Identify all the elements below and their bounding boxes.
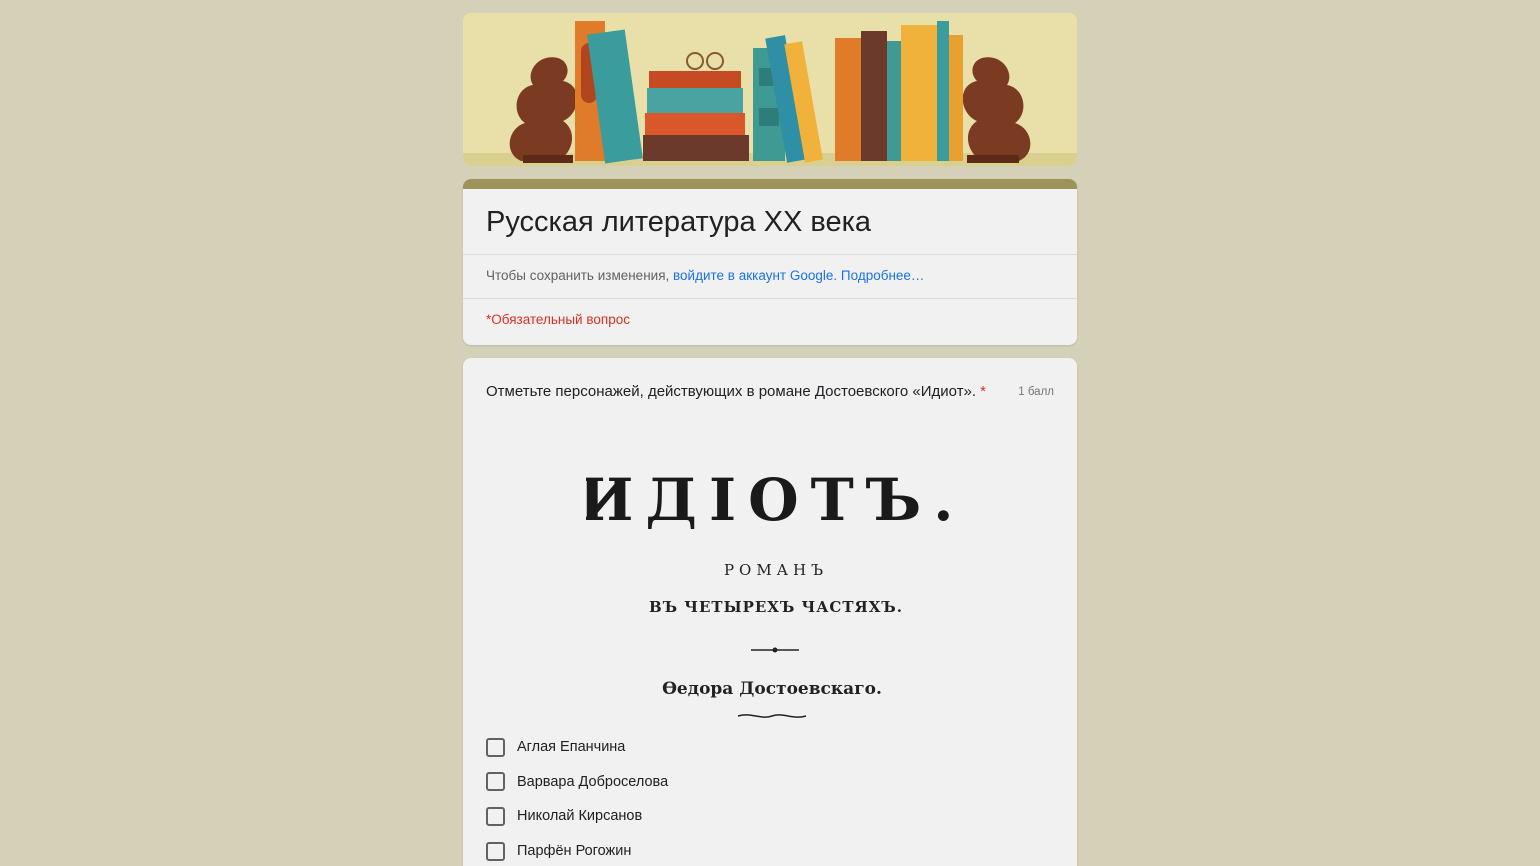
required-asterisk: * (980, 383, 986, 400)
option-aglaya[interactable]: Аглая Епанчина (486, 730, 1046, 765)
question-card: Отметьте персонажей, действующих в роман… (463, 358, 1077, 866)
book-title-page-image: ИДІОТЪ. РОМАНЪ ВЪ ЧЕТЫРЕХЪ ЧАСТЯХЪ. Ѳедо… (579, 466, 954, 718)
question-image: ИДІОТЪ. РОМАНЪ ВЪ ЧЕТЫРЕХЪ ЧАСТЯХЪ. Ѳедо… (579, 430, 954, 720)
option-label: Николай Кирсанов (517, 808, 643, 825)
signin-notice-text: Чтобы сохранить изменения, (486, 268, 670, 283)
question-header: Отметьте персонажей, действующих в роман… (486, 382, 1054, 402)
title-accent-bar (463, 179, 1077, 189)
checkbox[interactable] (486, 806, 505, 826)
checkbox[interactable] (486, 841, 505, 861)
page: Русская литература XX века Чтобы сохрани… (0, 0, 1540, 866)
option-label: Парфён Рогожин (517, 843, 632, 860)
book-author-text: Ѳедора Достоевскаго. (662, 679, 882, 699)
header-banner-image (463, 13, 1077, 166)
form-column: Русская литература XX века Чтобы сохрани… (463, 13, 1077, 866)
option-label: Аглая Епанчина (517, 739, 626, 756)
required-question-note: *Обязательный вопрос (486, 312, 630, 327)
learn-more-link[interactable]: Подробнее… (841, 268, 925, 283)
question-points: 1 балл (1018, 386, 1054, 398)
checkbox[interactable] (486, 772, 505, 792)
ornament-flourish-icon (737, 714, 807, 718)
question-title: Отметьте персонажей, действующих в роман… (486, 383, 977, 400)
options-list: Аглая Епанчина Варвара Доброселова Никол… (486, 730, 1046, 866)
book-title-text: ИДІОТЪ. (586, 466, 954, 534)
book-subtitle-text: РОМАНЪ (724, 561, 828, 579)
signin-notice: Чтобы сохранить изменения, войдите в акк… (463, 255, 1077, 298)
form-title: Русская литература XX века (486, 206, 872, 238)
option-nikolai[interactable]: Николай Кирсанов (486, 799, 1046, 834)
checkbox[interactable] (486, 737, 505, 757)
option-parfyon[interactable]: Парфён Рогожин (486, 834, 1046, 866)
book-parts-text: ВЪ ЧЕТЫРЕХЪ ЧАСТЯХЪ. (649, 598, 903, 616)
option-label: Варвара Доброселова (517, 773, 669, 790)
ornament-divider-icon (751, 647, 799, 653)
form-header-card: Русская литература XX века Чтобы сохрани… (463, 179, 1077, 345)
signin-link[interactable]: войдите в аккаунт Google. (673, 268, 837, 283)
bookshelf-illustration (463, 13, 1077, 166)
option-varvara[interactable]: Варвара Доброселова (486, 765, 1046, 800)
